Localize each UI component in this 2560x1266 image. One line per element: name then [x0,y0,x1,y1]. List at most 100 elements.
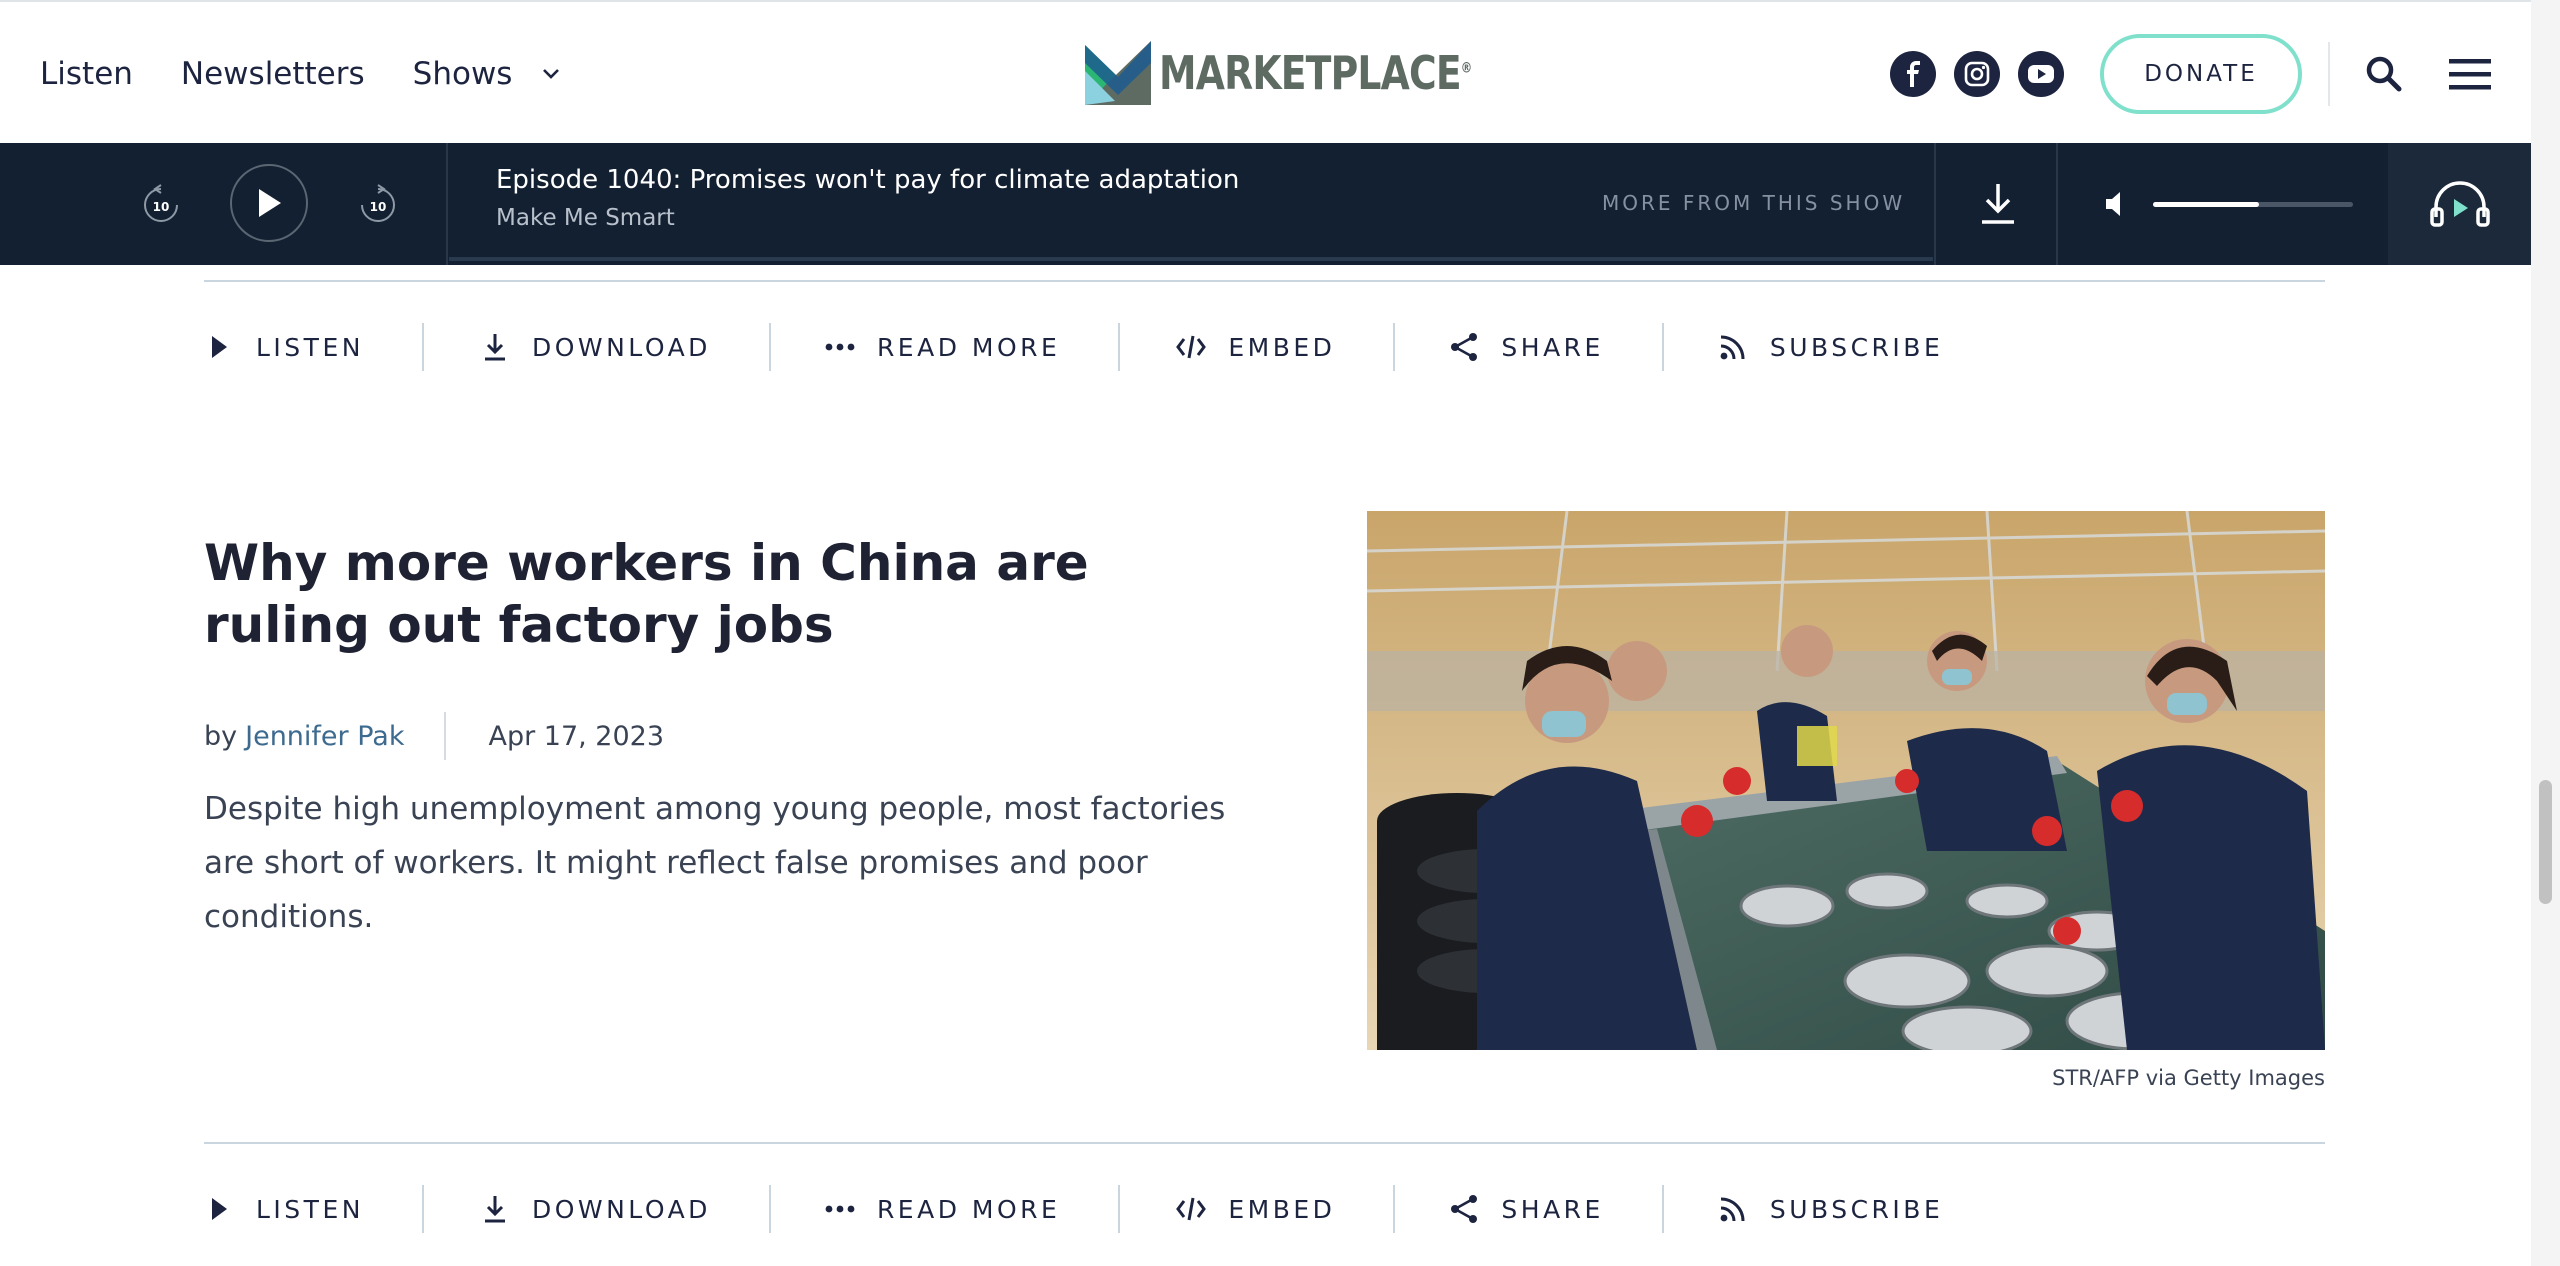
headphones-icon [2429,181,2490,227]
story-byline: by Jennifer Pak Apr 17, 2023 [204,712,664,760]
download-label: DOWNLOAD [531,1194,711,1224]
marketplace-logo-mark [1085,41,1151,105]
nav-link-listen[interactable]: Listen [40,56,133,92]
listen-button[interactable]: LISTEN [204,332,364,362]
factory-workers-photo [1367,511,2325,1050]
image-credit: STR/AFP via Getty Images [2052,1066,2325,1090]
action-separator [768,323,771,371]
action-separator [421,1185,424,1233]
show-name[interactable]: Make Me Smart [496,205,675,231]
embed-label: EMBED [1228,1194,1336,1224]
rss-icon [1718,332,1748,362]
nav-link-shows[interactable]: Shows [413,56,563,92]
rss-icon [1718,1194,1748,1224]
nav-divider [2328,41,2330,106]
episode-title[interactable]: Episode 1040: Promises won't pay for cli… [496,165,1239,195]
skip-forward-10-button[interactable]: 10 [357,184,399,226]
story-image[interactable] [1367,511,2325,1050]
action-separator [1393,323,1396,371]
action-separator [1661,323,1664,371]
facebook-icon[interactable] [1890,50,1936,97]
volume-slider[interactable] [2153,202,2353,207]
menu-icon[interactable] [2446,50,2494,98]
chevron-down-icon[interactable] [540,63,562,85]
story-title[interactable]: Why more workers in China are ruling out… [204,532,1264,656]
download-label: DOWNLOAD [531,332,711,362]
code-icon [1176,332,1207,362]
listen-button[interactable]: LISTEN [204,1194,364,1224]
share-button[interactable]: SHARE [1449,332,1603,362]
skip-back-10-button[interactable]: 10 [140,184,182,226]
registered-mark: ® [1460,60,1472,77]
author-link[interactable]: Jennifer Pak [245,721,404,752]
play-icon [204,1194,234,1224]
story-actions-bar: LISTEN DOWNLOAD READ MORE EMBED SHARE SU… [204,1174,1943,1244]
story-date: Apr 17, 2023 [488,720,665,752]
scrollbar-thumb[interactable] [2539,780,2552,904]
listen-label: LISTEN [256,332,364,362]
playback-progress-track[interactable] [449,257,1933,261]
byline-prefix: by [204,720,238,752]
download-button[interactable]: DOWNLOAD [480,1194,711,1224]
skip-forward-label: 10 [370,200,387,214]
more-from-this-show-link[interactable]: MORE FROM THIS SHOW [1602,191,1905,215]
download-icon [480,1194,510,1224]
embed-button[interactable]: EMBED [1176,1194,1335,1224]
listen-live-button[interactable] [2388,143,2531,265]
download-icon[interactable] [1977,181,2019,227]
player-divider [1934,143,1936,265]
nav-utilities: DONATE [1890,2,2494,145]
embed-button[interactable]: EMBED [1176,332,1335,362]
read-more-label: READ MORE [876,332,1061,362]
subscribe-button[interactable]: SUBSCRIBE [1718,332,1943,362]
code-icon [1176,1194,1207,1224]
share-label: SHARE [1501,1194,1604,1224]
play-icon [204,332,234,362]
skip-back-label: 10 [153,200,170,214]
more-dots-icon [825,332,855,362]
subscribe-button[interactable]: SUBSCRIBE [1718,1194,1943,1224]
action-separator [421,323,424,371]
action-separator [1118,323,1121,371]
share-icon [1449,1194,1479,1224]
primary-nav: Listen Newsletters Shows [40,2,610,145]
play-button[interactable] [230,164,308,242]
action-separator [1118,1185,1121,1233]
player-divider [2056,143,2058,265]
volume-icon[interactable] [2104,189,2126,219]
logo-wordmark: MARKETPLACE® [1159,46,1472,100]
read-more-label: READ MORE [876,1194,1061,1224]
section-divider [204,280,2325,282]
story-summary: Despite high unemployment among young pe… [204,791,1226,935]
subscribe-label: SUBSCRIBE [1769,1194,1944,1224]
share-icon [1449,332,1479,362]
top-navigation: Listen Newsletters Shows MARKETPLACE® DO… [0,0,2531,143]
read-more-button[interactable]: READ MORE [825,332,1060,362]
page-scrollbar[interactable] [2531,0,2560,1266]
subscribe-label: SUBSCRIBE [1769,332,1944,362]
read-more-button[interactable]: READ MORE [825,1194,1060,1224]
donate-button[interactable]: DONATE [2100,33,2302,114]
marketplace-logo[interactable]: MARKETPLACE® [1085,38,1540,108]
action-separator [1393,1185,1396,1233]
download-icon [480,332,510,362]
listen-label: LISTEN [256,1194,364,1224]
volume-slider-fill [2153,202,2259,207]
share-label: SHARE [1501,332,1604,362]
nav-link-newsletters[interactable]: Newsletters [181,56,365,92]
audio-player: 10 10 Episode 1040: Promises won't pay f… [0,143,2531,265]
instagram-icon[interactable] [1954,50,2000,97]
search-icon[interactable] [2360,50,2408,98]
action-separator [768,1185,771,1233]
story-actions-bar: LISTEN DOWNLOAD READ MORE EMBED SHARE SU… [204,312,1943,382]
nav-shows-label: Shows [412,55,513,92]
play-icon [259,189,281,217]
action-separator [1661,1185,1664,1233]
byline-separator [444,712,447,760]
download-button[interactable]: DOWNLOAD [480,332,711,362]
logo-text: MARKETPLACE [1159,46,1462,100]
embed-label: EMBED [1228,332,1336,362]
more-dots-icon [825,1194,855,1224]
youtube-icon[interactable] [2018,50,2064,97]
share-button[interactable]: SHARE [1449,1194,1603,1224]
